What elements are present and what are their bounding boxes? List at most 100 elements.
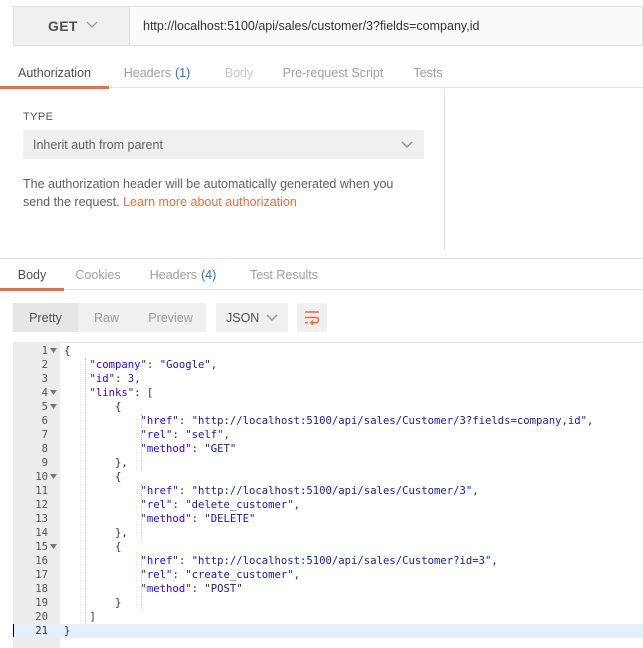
chevron-down-icon <box>266 314 278 321</box>
tab-label: Body <box>224 66 254 80</box>
tab-label: Headers <box>149 267 197 282</box>
raw-button[interactable]: Raw <box>78 303 135 332</box>
line-number: 15 <box>35 541 48 553</box>
code-text: { <box>64 345 71 357</box>
tab-count: (1) <box>174 66 191 80</box>
tab-label: Authorization <box>18 66 91 80</box>
code-text: "method": "POST" <box>140 583 243 595</box>
code-line: 9 }, <box>13 456 643 470</box>
line-number: 3 <box>41 373 48 385</box>
tab-label: Cookies <box>75 267 121 282</box>
tab-cookies[interactable]: Cookies <box>64 259 132 290</box>
code-text: "method": "GET" <box>140 443 237 455</box>
request-url-bar: GET http://localhost:5100/api/sales/cust… <box>13 6 643 46</box>
line-number: 2 <box>41 359 48 371</box>
indent-guide <box>141 414 142 470</box>
code-text: "company": "Google", <box>89 359 218 371</box>
line-number: 14 <box>35 527 48 539</box>
tab-label: Pre-request Script <box>282 66 384 80</box>
method-label: GET <box>48 18 78 34</box>
line-number: 8 <box>41 443 48 455</box>
line-number: 20 <box>35 611 48 623</box>
fold-arrow-icon[interactable] <box>50 348 57 353</box>
chevron-down-icon <box>401 141 413 148</box>
code-line: 8 "method": "GET" <box>13 442 643 456</box>
tab-response-headers[interactable]: Headers (4) <box>132 259 234 290</box>
code-line: 3 "id": 3, <box>13 372 643 386</box>
indent-guide <box>85 358 86 624</box>
fold-arrow-icon[interactable] <box>50 474 57 479</box>
line-number: 7 <box>41 429 48 441</box>
line-number: 10 <box>35 471 48 483</box>
pretty-button[interactable]: Pretty <box>13 303 78 332</box>
line-number: 12 <box>35 499 48 511</box>
line-number: 17 <box>35 569 48 581</box>
auth-type-dropdown[interactable]: Inherit auth from parent <box>23 130 424 159</box>
code-text: ] <box>64 611 96 623</box>
request-tabs: Authorization Headers (1) Body Pre-reques… <box>0 58 643 89</box>
auth-description: The authorization header will be automat… <box>23 175 423 211</box>
fold-arrow-icon[interactable] <box>50 404 57 409</box>
fold-arrow-icon[interactable] <box>50 544 57 549</box>
code-line: 12 "rel": "delete_customer", <box>13 498 643 512</box>
auth-type-value: Inherit auth from parent <box>33 137 163 152</box>
tab-response-body[interactable]: Body <box>0 259 64 291</box>
tab-test-results[interactable]: Test Results <box>234 259 334 290</box>
code-text: { <box>64 541 122 553</box>
code-text: "id": 3, <box>89 373 141 385</box>
code-line: 21} <box>13 624 643 638</box>
code-line: 4 "links": [ <box>13 386 643 400</box>
tab-headers[interactable]: Headers (1) <box>109 58 205 88</box>
code-text: }, <box>64 527 128 539</box>
code-line: 5 { <box>13 400 643 414</box>
code-text: { <box>64 401 122 413</box>
code-line: 11 "href": "http://localhost:5100/api/sa… <box>13 484 643 498</box>
code-text: "rel": "delete_customer", <box>140 499 301 511</box>
code-line: 18 "method": "POST" <box>13 582 643 596</box>
code-line: 10 { <box>13 470 643 484</box>
indent-guide <box>141 554 142 610</box>
tab-label: Body <box>17 267 47 282</box>
tab-pre-request-script[interactable]: Pre-request Script <box>273 58 393 88</box>
tab-count: (4) <box>200 267 217 282</box>
tab-label: Tests <box>413 66 443 80</box>
code-line: 14 }, <box>13 526 643 540</box>
code-text: "rel": "self", <box>140 429 230 441</box>
authorization-panel: TYPE Inherit auth from parent The author… <box>0 89 643 250</box>
tab-label: Headers <box>123 66 171 80</box>
code-text: "href": "http://localhost:5100/api/sales… <box>140 485 479 497</box>
line-number: 19 <box>35 597 48 609</box>
learn-more-link[interactable]: Learn more about authorization <box>123 195 297 209</box>
line-number: 21 <box>35 625 48 637</box>
code-line: 15 { <box>13 540 643 554</box>
line-number: 5 <box>41 401 48 413</box>
tab-body[interactable]: Body <box>205 58 273 88</box>
authorization-settings: TYPE Inherit auth from parent The author… <box>0 89 445 250</box>
active-tab-indicator <box>0 288 64 291</box>
line-number: 6 <box>41 415 48 427</box>
method-dropdown[interactable]: GET <box>13 6 129 46</box>
line-number: 1 <box>41 345 48 357</box>
code-text: { <box>64 471 122 483</box>
format-dropdown[interactable]: JSON <box>216 303 288 332</box>
type-label: TYPE <box>23 111 54 123</box>
code-text: "href": "http://localhost:5100/api/sales… <box>140 415 594 427</box>
code-line: 20 ] <box>13 610 643 624</box>
code-text: "method": "DELETE" <box>140 513 256 525</box>
wrap-lines-button[interactable] <box>297 303 327 332</box>
code-text: "links": [ <box>89 387 154 399</box>
response-tabs: Body Cookies Headers (4) Test Results <box>0 258 643 291</box>
line-number: 16 <box>35 555 48 567</box>
format-value: JSON <box>226 310 260 325</box>
fold-arrow-icon[interactable] <box>50 390 57 395</box>
line-number: 13 <box>35 513 48 525</box>
chevron-down-icon <box>86 21 98 28</box>
tab-authorization[interactable]: Authorization <box>0 58 109 89</box>
url-input[interactable]: http://localhost:5100/api/sales/customer… <box>129 6 643 46</box>
code-line: 16 "href": "http://localhost:5100/api/sa… <box>13 554 643 568</box>
code-text: "rel": "create_customer", <box>140 569 301 581</box>
preview-button[interactable]: Preview <box>135 303 206 332</box>
response-body-editor[interactable]: 1{2 "company": "Google", 3 "id": 3, 4 "lin… <box>13 342 643 648</box>
tab-tests[interactable]: Tests <box>393 58 463 88</box>
code-text: } <box>64 597 122 609</box>
